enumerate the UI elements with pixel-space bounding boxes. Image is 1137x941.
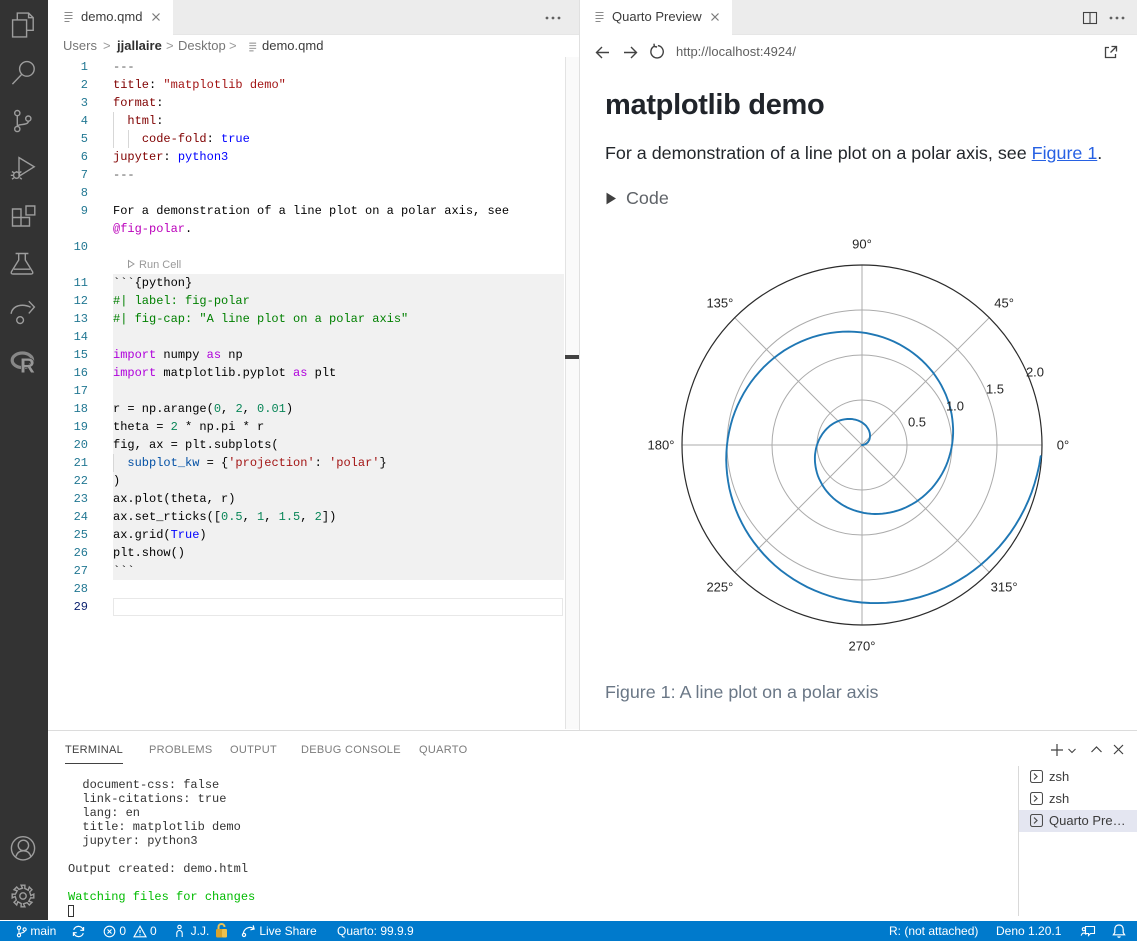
svg-text:225°: 225° bbox=[706, 580, 733, 595]
svg-text:315°: 315° bbox=[991, 580, 1018, 595]
svg-text:180°: 180° bbox=[648, 438, 675, 453]
svg-text:0°: 0° bbox=[1057, 438, 1069, 453]
svg-text:270°: 270° bbox=[849, 639, 876, 654]
svg-text:1.0: 1.0 bbox=[946, 399, 964, 414]
svg-text:1.5: 1.5 bbox=[986, 382, 1004, 397]
svg-text:135°: 135° bbox=[706, 295, 733, 310]
svg-text:45°: 45° bbox=[994, 295, 1014, 310]
svg-text:90°: 90° bbox=[852, 237, 872, 252]
svg-text:R: R bbox=[20, 355, 35, 376]
svg-text:2.0: 2.0 bbox=[1026, 365, 1044, 380]
svg-text:0.5: 0.5 bbox=[908, 415, 926, 430]
